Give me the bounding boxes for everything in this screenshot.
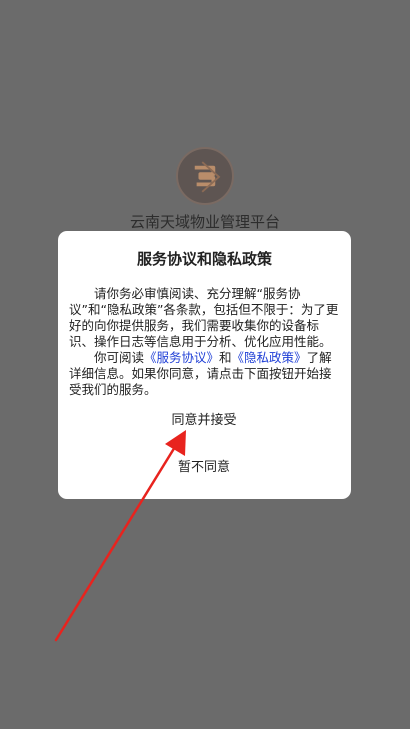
service-agreement-link[interactable]: 《服务协议》 <box>144 350 219 365</box>
paragraph-2-prefix: 你可阅读 <box>94 350 145 365</box>
app-logo-icon <box>176 147 234 205</box>
dialog-paragraph-2: 你可阅读《服务协议》和《隐私政策》了解详细信息。如果你同意，请点击下面按钮开始接… <box>69 350 342 398</box>
privacy-dialog: 服务协议和隐私政策 请你务必审慎阅读、充分理解“服务协议”和“隐私政策”各条款，… <box>58 231 351 499</box>
dialog-body: 请你务必审慎阅读、充分理解“服务协议”和“隐私政策”各条款，包括但不限于：为了更… <box>69 286 342 398</box>
dialog-title: 服务协议和隐私政策 <box>136 250 272 268</box>
paragraph-2-and: 和 <box>219 350 232 365</box>
dialog-paragraph-1: 请你务必审慎阅读、充分理解“服务协议”和“隐私政策”各条款，包括但不限于：为了更… <box>69 286 339 349</box>
privacy-policy-link[interactable]: 《隐私政策》 <box>232 350 307 365</box>
accept-button[interactable]: 同意并接受 <box>154 409 254 433</box>
app-name: 云南天域物业管理平台 <box>129 213 280 231</box>
decline-button[interactable]: 暂不同意 <box>154 456 254 480</box>
